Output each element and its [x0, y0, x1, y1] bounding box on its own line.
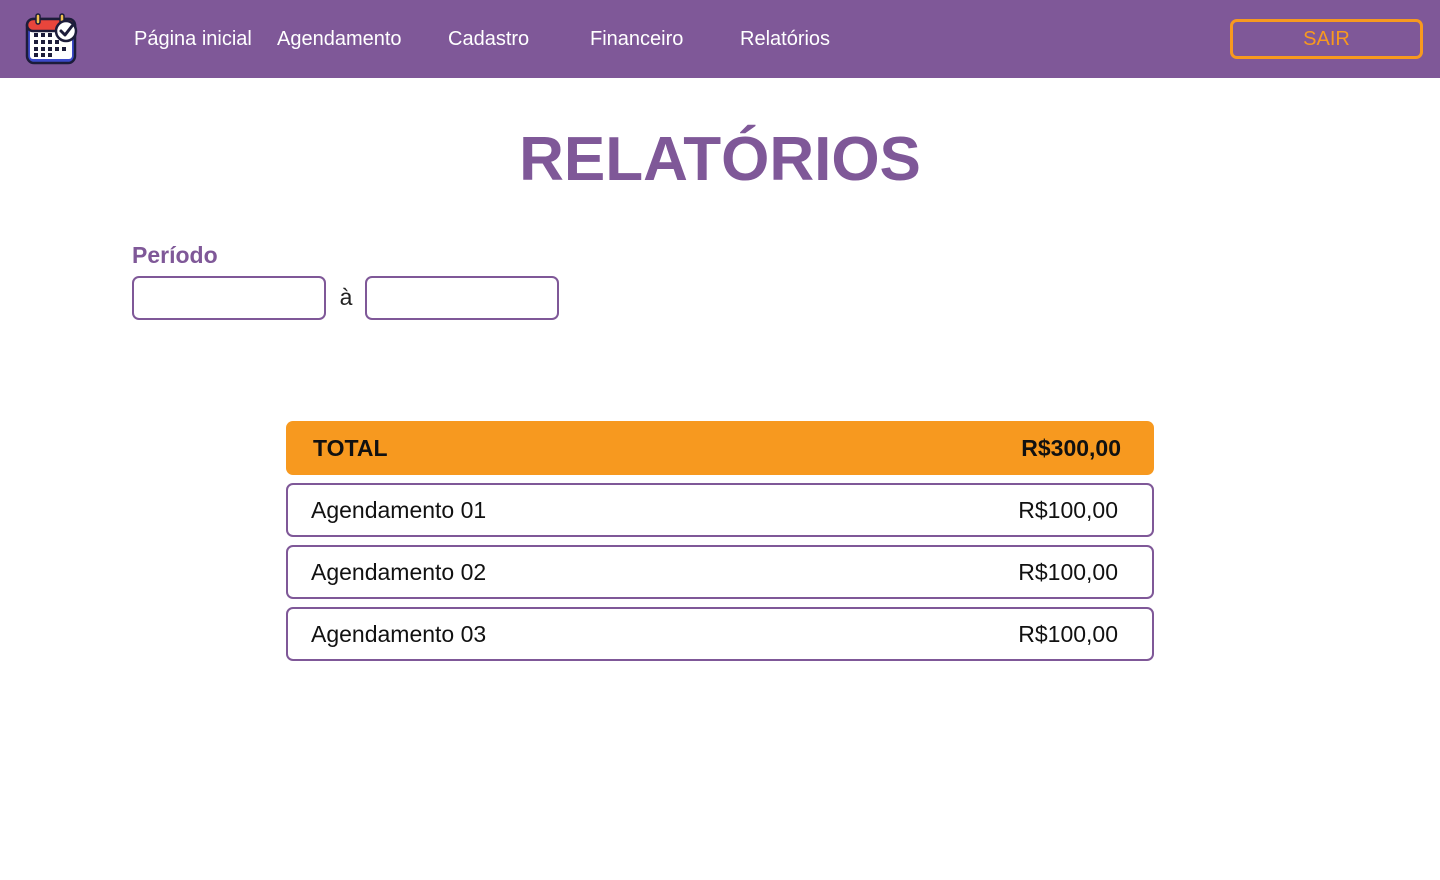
period-start-input[interactable] [132, 276, 326, 320]
list-item[interactable]: Agendamento 01 R$100,00 [286, 483, 1154, 537]
total-label: TOTAL [313, 435, 388, 461]
list-item-value: R$100,00 [1018, 621, 1118, 647]
period-separator: à [339, 284, 353, 310]
nav-item-reports[interactable]: Relatórios [740, 26, 830, 52]
list-item-label: Agendamento 02 [311, 559, 487, 585]
total-value: R$300,00 [1021, 435, 1121, 461]
period-label: Período [132, 242, 218, 268]
total-row: TOTAL R$300,00 [286, 421, 1154, 475]
calendar-check-icon[interactable] [24, 11, 80, 67]
page-title: RELATÓRIOS [519, 125, 921, 194]
list-item-value: R$100,00 [1018, 497, 1118, 523]
list-item-value: R$100,00 [1018, 559, 1118, 585]
nav-item-financial[interactable]: Financeiro [590, 26, 683, 52]
nav-item-scheduling[interactable]: Agendamento [277, 26, 402, 52]
list-item-label: Agendamento 01 [311, 497, 487, 523]
nav-item-registration[interactable]: Cadastro [448, 26, 529, 52]
list-item[interactable]: Agendamento 02 R$100,00 [286, 545, 1154, 599]
list-item-label: Agendamento 03 [311, 621, 487, 647]
top-navbar: Página inicial Agendamento Cadastro Fina… [0, 0, 1440, 78]
period-end-input[interactable] [365, 276, 559, 320]
nav-item-home[interactable]: Página inicial [134, 26, 252, 52]
list-item[interactable]: Agendamento 03 R$100,00 [286, 607, 1154, 661]
logout-button[interactable]: SAIR [1230, 19, 1423, 59]
